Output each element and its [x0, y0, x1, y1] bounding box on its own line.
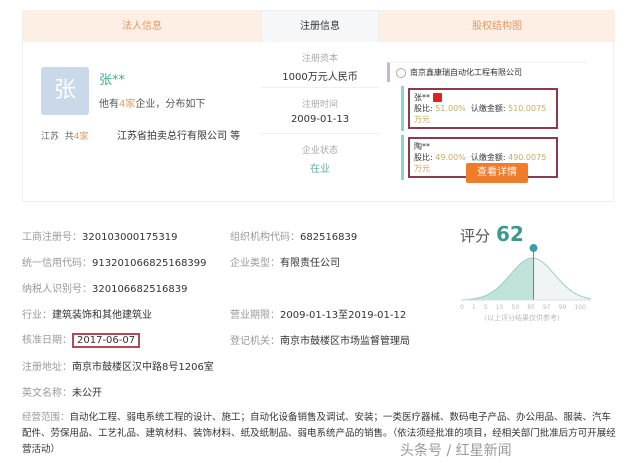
field-value: 320106682516839 [92, 284, 188, 295]
root-company: 南京鑫康瑞自动化工程有限公司 [410, 68, 522, 77]
tab-legal-person[interactable]: 法人信息 [23, 11, 261, 42]
capital-label: 注册资本 [301, 54, 338, 64]
summary-post: 企业，分布如下 [135, 99, 206, 110]
ratio: 51.00% [435, 104, 466, 113]
shareholder-1[interactable]: 张** 股比: 51.00% 认缴金额: 510.0075万元 [408, 88, 558, 129]
tab-registration[interactable]: 注册信息 [261, 11, 379, 42]
prov-pre: 共 [64, 132, 74, 142]
field-label: 组织机构代码： [230, 232, 300, 243]
field-value: 320103000175319 [82, 232, 178, 243]
time-label: 注册时间 [301, 100, 338, 110]
capital-value: 1000万元人民币 [282, 72, 358, 83]
field-term: 营业期限：2009-01-13至2019-01-12 [230, 306, 406, 321]
amount-label: 认缴金额: [470, 153, 506, 162]
tick-label: 85 [527, 304, 535, 311]
field-label: 工商注册号： [22, 232, 82, 243]
field-label: 登记机关： [230, 336, 280, 347]
registration-info: 注册资本 1000万元人民币 注册时间 2009-01-13 企业状态在业 [261, 42, 379, 180]
field-label: 经营范围： [22, 412, 70, 423]
collapse-icon[interactable] [396, 67, 406, 78]
field-approval-date: 核准日期： 2017-06-07 [22, 331, 141, 348]
field-value: 建筑装饰和其他建筑业 [52, 310, 152, 321]
field-credit-code: 统一信用代码：913201066825168399 [22, 254, 207, 269]
field-label: 统一信用代码： [22, 258, 92, 269]
score-pin-icon [529, 244, 538, 253]
field-address: 注册地址：南京市鼓楼区汉中路8号1206室 [22, 358, 214, 373]
field-value: 有限责任公司 [280, 258, 340, 269]
status-value: 在业 [310, 164, 330, 175]
ratio: 49.00% [435, 153, 466, 162]
field-label: 注册地址： [22, 362, 72, 373]
tab-equity[interactable]: 股权结构图 [379, 11, 615, 42]
holder-name: 张** [414, 93, 430, 102]
field-label: 英文名称： [22, 388, 72, 399]
tick-label: 5 [483, 304, 488, 311]
tick-label: 1 [471, 304, 476, 311]
legal-person-flag-icon [432, 93, 442, 102]
tick-label: 100 [574, 304, 586, 311]
field-authority: 登记机关：南京市鼓楼区市场监督管理局 [230, 332, 410, 347]
field-english-name: 英文名称：未公开 [22, 384, 102, 399]
province-count: 江苏 共4家 [41, 129, 89, 142]
field-label: 核准日期： [22, 335, 72, 346]
ratio-label: 股比: [414, 104, 433, 113]
watermark: 头条号 / 红星新闻 [400, 443, 512, 459]
time-value: 2009-01-13 [290, 114, 350, 125]
field-value: 913201066825168399 [92, 258, 207, 269]
legal-person-name[interactable]: 张** [99, 69, 125, 88]
status-label: 企业状态 [301, 146, 338, 156]
field-label: 企业类型： [230, 258, 280, 269]
field-value: 2009-01-13至2019-01-12 [280, 310, 407, 321]
holder-name: 陶** [414, 142, 430, 151]
tick-label: 0 [460, 304, 464, 311]
field-value: 自动化工程、弱电系统工程的设计、施工；自动化设备销售及调试、安装；一类医疗器械、… [22, 412, 616, 455]
field-scope: 经营范围：自动化工程、弱电系统工程的设计、施工；自动化设备销售及调试、安装；一类… [22, 410, 618, 458]
summary-count: 4家 [119, 99, 136, 110]
tick-label: 99 [558, 304, 567, 311]
field-tax-id: 纳税人识别号：320106682516839 [22, 280, 187, 295]
field-value: 2017-06-07 [72, 333, 141, 348]
tick-label: 50 [511, 304, 520, 311]
tick-label: 97 [542, 304, 551, 311]
field-label: 行业： [22, 310, 52, 321]
ratio-label: 股比: [414, 153, 433, 162]
avatar: 张 [41, 67, 89, 115]
field-value: 未公开 [72, 388, 102, 399]
prov-count: 4家 [73, 132, 89, 142]
province: 江苏 [41, 132, 60, 142]
amount-label: 认缴金额: [470, 104, 506, 113]
company-link[interactable]: 江苏省拍卖总行有限公司 等 [117, 127, 240, 142]
score-note: （以上评分结果仅供参考） [480, 314, 564, 322]
score-fill [461, 258, 534, 300]
field-type: 企业类型：有限责任公司 [230, 254, 340, 269]
score-ticks: 0 1 5 15 50 85 97 99 100 [460, 304, 586, 311]
field-value: 682516839 [300, 232, 358, 243]
field-reg-no: 工商注册号：320103000175319 [22, 228, 177, 243]
tick-label: 15 [495, 304, 504, 311]
view-details-button[interactable]: 查看详情 [466, 163, 528, 183]
company-summary: 他有4家企业，分布如下 [99, 95, 205, 110]
field-label: 营业期限： [230, 310, 280, 321]
summary-pre: 他有 [99, 99, 119, 110]
field-industry: 行业：建筑装饰和其他建筑业 [22, 306, 152, 321]
field-label: 纳税人识别号： [22, 284, 92, 295]
field-org-code: 组织机构代码：682516839 [230, 228, 357, 243]
field-value: 南京市鼓楼区汉中路8号1206室 [72, 362, 214, 373]
score-distribution-chart [460, 244, 592, 301]
field-value: 南京市鼓楼区市场监督管理局 [280, 336, 410, 347]
